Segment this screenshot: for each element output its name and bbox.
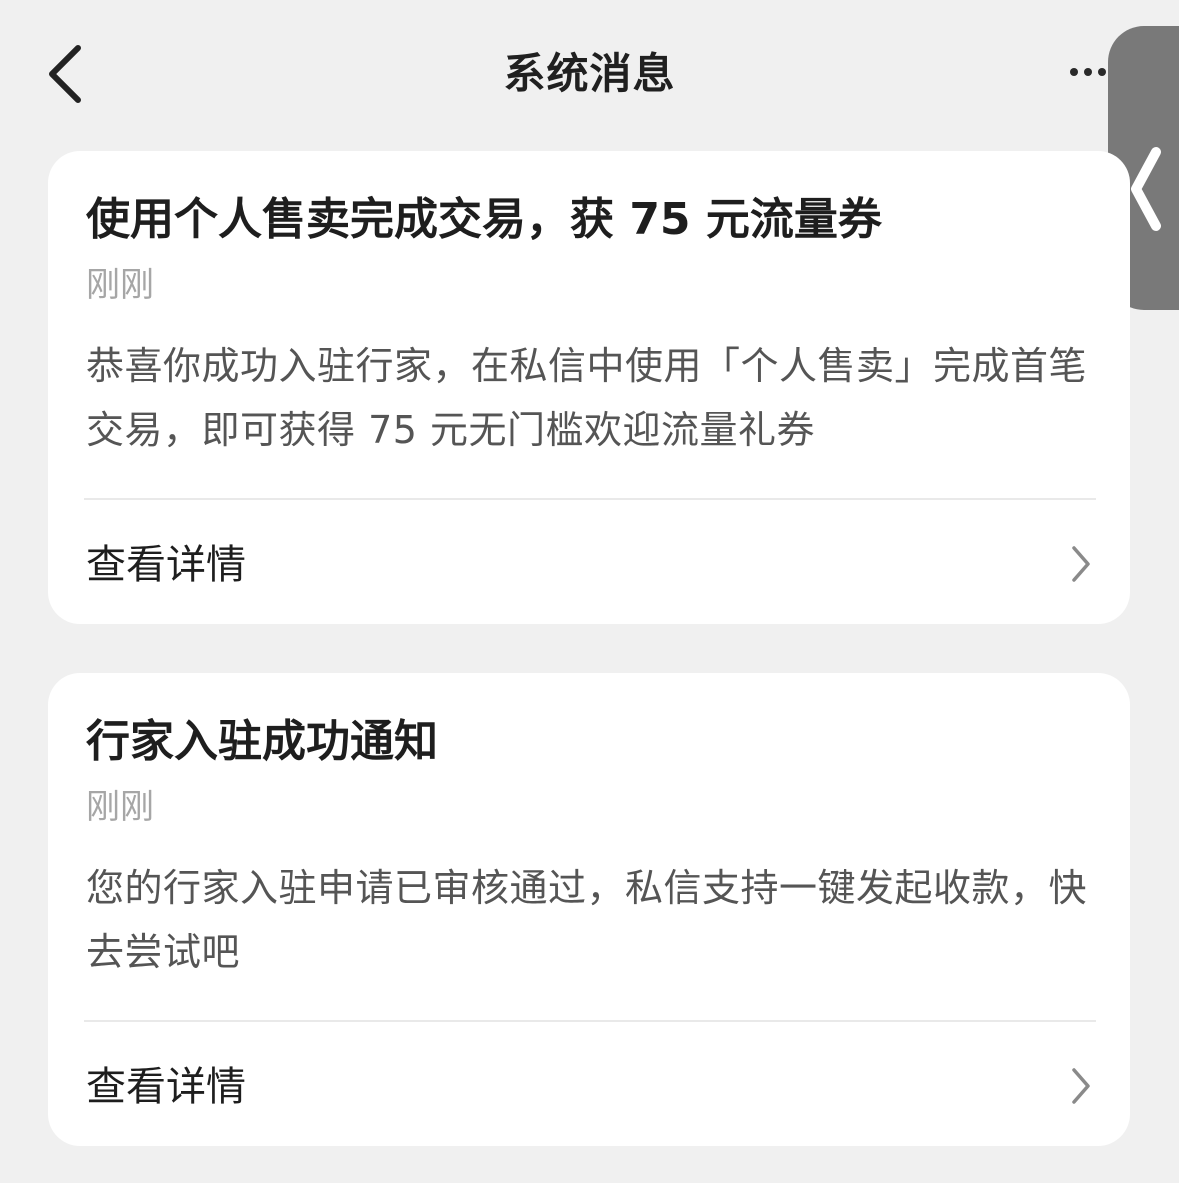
view-details-label: 查看详情 — [86, 1064, 246, 1110]
view-details-link[interactable]: 查看详情 — [48, 1022, 1130, 1146]
view-details-label: 查看详情 — [86, 542, 246, 588]
chevron-right-icon — [1068, 1066, 1094, 1106]
message-time: 刚刚 — [86, 265, 154, 305]
message-title: 行家入驻成功通知 — [86, 716, 438, 767]
nav-bar: 系统消息 — [0, 0, 1179, 150]
message-card: 使用个人售卖完成交易，获 75 元流量券 刚刚 恭喜你成功入驻行家，在私信中使用… — [48, 151, 1130, 624]
message-body: 恭喜你成功入驻行家，在私信中使用「个人售卖」完成首笔交易，即可获得 75 元无门… — [86, 344, 1088, 452]
chevron-left-icon — [1126, 144, 1166, 238]
view-details-link[interactable]: 查看详情 — [48, 500, 1130, 624]
message-time: 刚刚 — [86, 787, 154, 827]
page-title: 系统消息 — [503, 49, 676, 98]
message-body: 您的行家入驻申请已审核通过，私信支持一键发起收款，快去尝试吧 — [86, 866, 1088, 974]
more-horizontal-icon — [1062, 52, 1112, 92]
chevron-right-icon — [1068, 544, 1094, 584]
more-button[interactable] — [1062, 52, 1112, 92]
message-title: 使用个人售卖完成交易，获 75 元流量券 — [86, 194, 882, 245]
message-card: 行家入驻成功通知 刚刚 您的行家入驻申请已审核通过，私信支持一键发起收款，快去尝… — [48, 673, 1130, 1146]
